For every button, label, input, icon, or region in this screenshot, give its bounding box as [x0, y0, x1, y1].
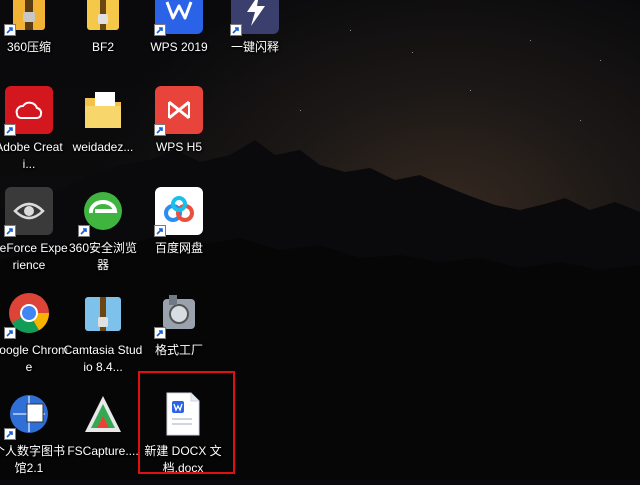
- globe-book-icon: [4, 390, 53, 440]
- icon-label: BF2: [91, 40, 114, 54]
- icon-label: 一键闪释: [230, 40, 279, 54]
- format-factory-icon: [154, 289, 203, 339]
- desktop-icon-baidu[interactable]: 百度网盘: [142, 181, 216, 277]
- shortcut-arrow-icon: [4, 428, 16, 440]
- icon-label: 格式工厂: [154, 343, 203, 357]
- lightning-icon: [230, 0, 279, 36]
- shortcut-arrow-icon: [4, 24, 16, 36]
- chrome-icon: [4, 289, 53, 339]
- shortcut-arrow-icon: [78, 225, 90, 237]
- cloud-drive-icon: [154, 187, 203, 237]
- shortcut-arrow-icon: [4, 327, 16, 339]
- shortcut-arrow-icon: [4, 124, 16, 136]
- desktop-icon-camtasia[interactable]: Camtasia Studio 8.4...: [63, 283, 143, 379]
- fscapture-icon: [79, 390, 127, 438]
- icon-label: 百度网盘: [154, 241, 203, 255]
- desktop-icon-newdocx[interactable]: 新建 DOCX 文档.docx: [144, 384, 222, 480]
- wps-h5-icon: [154, 86, 203, 136]
- folder-zip-icon: [79, 0, 127, 34]
- desktop[interactable]: 360压缩 BF2 WPS 2019 一键闪释 Adobe Creati...: [0, 0, 640, 480]
- icon-label: Camtasia Studio 8.4...: [63, 343, 143, 374]
- desktop-icon-yijian[interactable]: 一键闪释: [218, 0, 292, 76]
- desktop-icon-library[interactable]: 个人数字图书馆2.1: [0, 384, 66, 480]
- shortcut-arrow-icon: [230, 24, 242, 36]
- icon-label: Adobe Creati...: [0, 140, 63, 171]
- desktop-icon-wpsh5[interactable]: WPS H5: [142, 80, 216, 176]
- nvidia-icon: [4, 187, 53, 237]
- shortcut-arrow-icon: [4, 225, 16, 237]
- icon-label: 新建 DOCX 文档.docx: [144, 444, 222, 475]
- wps-icon: [154, 0, 203, 36]
- desktop-icon-weidadez[interactable]: weidadez...: [66, 80, 140, 176]
- folder-document-icon: [79, 86, 127, 134]
- icon-label: WPS H5: [155, 140, 202, 154]
- browser-icon: [78, 187, 127, 237]
- docx-file-icon: [159, 390, 207, 438]
- desktop-icon-geforce[interactable]: GeForce Experience: [0, 181, 68, 277]
- desktop-icon-bf2[interactable]: BF2: [66, 0, 140, 76]
- icon-label: weidadez...: [72, 140, 134, 154]
- desktop-icon-geshi[interactable]: 格式工厂: [142, 283, 216, 379]
- desktop-icon-adobe[interactable]: Adobe Creati...: [0, 80, 66, 176]
- shortcut-arrow-icon: [154, 225, 166, 237]
- adobe-cc-icon: [4, 86, 53, 136]
- icon-label: FSCapture....: [67, 444, 139, 458]
- icon-label: 360安全浏览器: [68, 241, 138, 272]
- shortcut-arrow-icon: [154, 327, 166, 339]
- desktop-icon-360browser[interactable]: 360安全浏览器: [66, 181, 140, 277]
- icon-label: 个人数字图书馆2.1: [0, 444, 65, 475]
- desktop-icon-chrome[interactable]: Google Chrome: [0, 283, 69, 379]
- shortcut-arrow-icon: [154, 24, 166, 36]
- icon-label: Google Chrome: [0, 343, 69, 374]
- icon-label: GeForce Experience: [0, 241, 68, 272]
- desktop-icon-fscapture[interactable]: FSCapture....: [66, 384, 140, 480]
- desktop-icon-360zip[interactable]: 360压缩: [0, 0, 66, 76]
- desktop-icon-wps2019[interactable]: WPS 2019: [142, 0, 216, 76]
- icon-label: WPS 2019: [150, 40, 208, 54]
- shortcut-arrow-icon: [154, 124, 166, 136]
- folder-zip-icon: [79, 289, 127, 337]
- archive-icon: [4, 0, 53, 36]
- icon-label: 360压缩: [6, 40, 52, 54]
